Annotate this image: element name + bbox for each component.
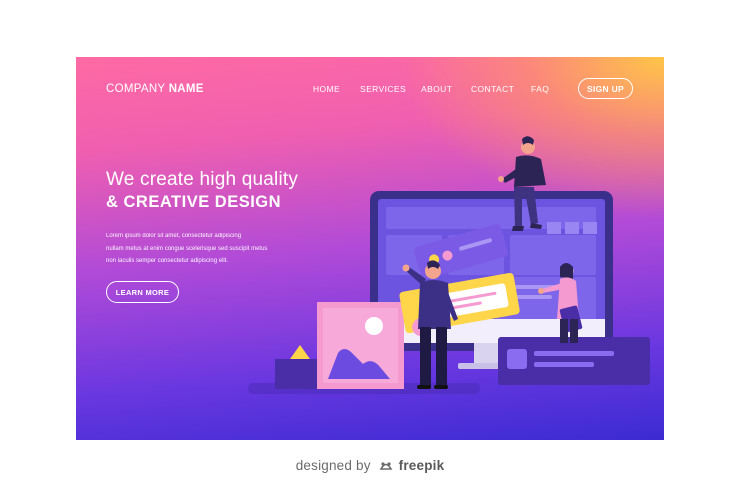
triangle-shape	[290, 345, 310, 359]
attribution: designed by freepik	[0, 458, 740, 473]
dark-block	[275, 359, 321, 389]
landing-page-card: COMPANY NAME HOME SERVICES ABOUT CONTACT…	[76, 57, 664, 440]
credit-prefix: designed by	[295, 458, 371, 473]
credit-brand[interactable]: freepik	[399, 458, 445, 473]
hero-illustration	[248, 136, 650, 394]
info-card	[498, 337, 650, 385]
image-card-icon	[317, 302, 404, 389]
freepik-logo-icon	[379, 462, 393, 470]
